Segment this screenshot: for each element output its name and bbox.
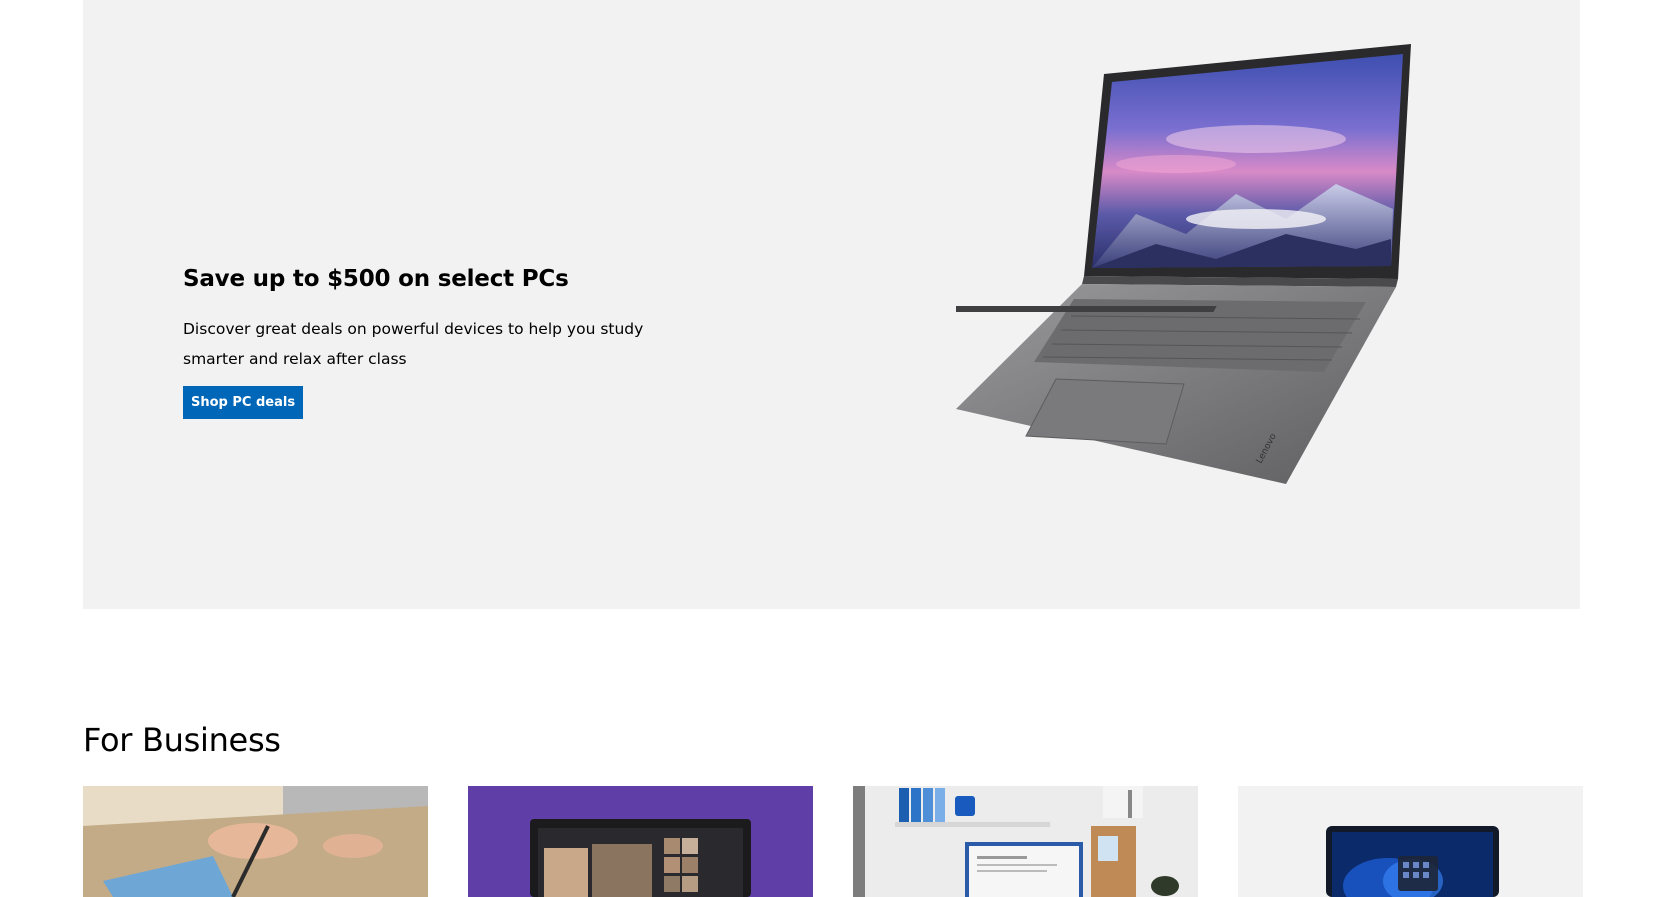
windows-11-laptop-image — [1238, 786, 1583, 897]
hero-title: Save up to $500 on select PCs — [183, 266, 569, 292]
tablet-pen-signing-image — [83, 786, 428, 897]
business-card-teams-call[interactable] — [468, 786, 813, 897]
for-business-heading: For Business — [83, 721, 281, 759]
hero-description: Discover great deals on powerful devices… — [183, 320, 644, 368]
shop-pc-deals-button[interactable]: Shop PC deals — [183, 386, 304, 419]
business-card-desk-word[interactable] — [853, 786, 1198, 897]
business-card-tablet-signing[interactable] — [83, 786, 428, 897]
lenovo-laptop-image: Lenovo — [943, 44, 1416, 484]
teams-video-call-laptop-image — [468, 786, 813, 897]
desk-word-document-image — [853, 786, 1198, 897]
business-card-windows-laptop[interactable] — [1238, 786, 1583, 897]
hero-banner: Save up to $500 on select PCs Discover g… — [83, 0, 1580, 609]
business-cards-row — [83, 786, 1583, 897]
hero-text-block: Save up to $500 on select PCs Discover g… — [183, 258, 663, 419]
page: Save up to $500 on select PCs Discover g… — [0, 0, 1664, 897]
